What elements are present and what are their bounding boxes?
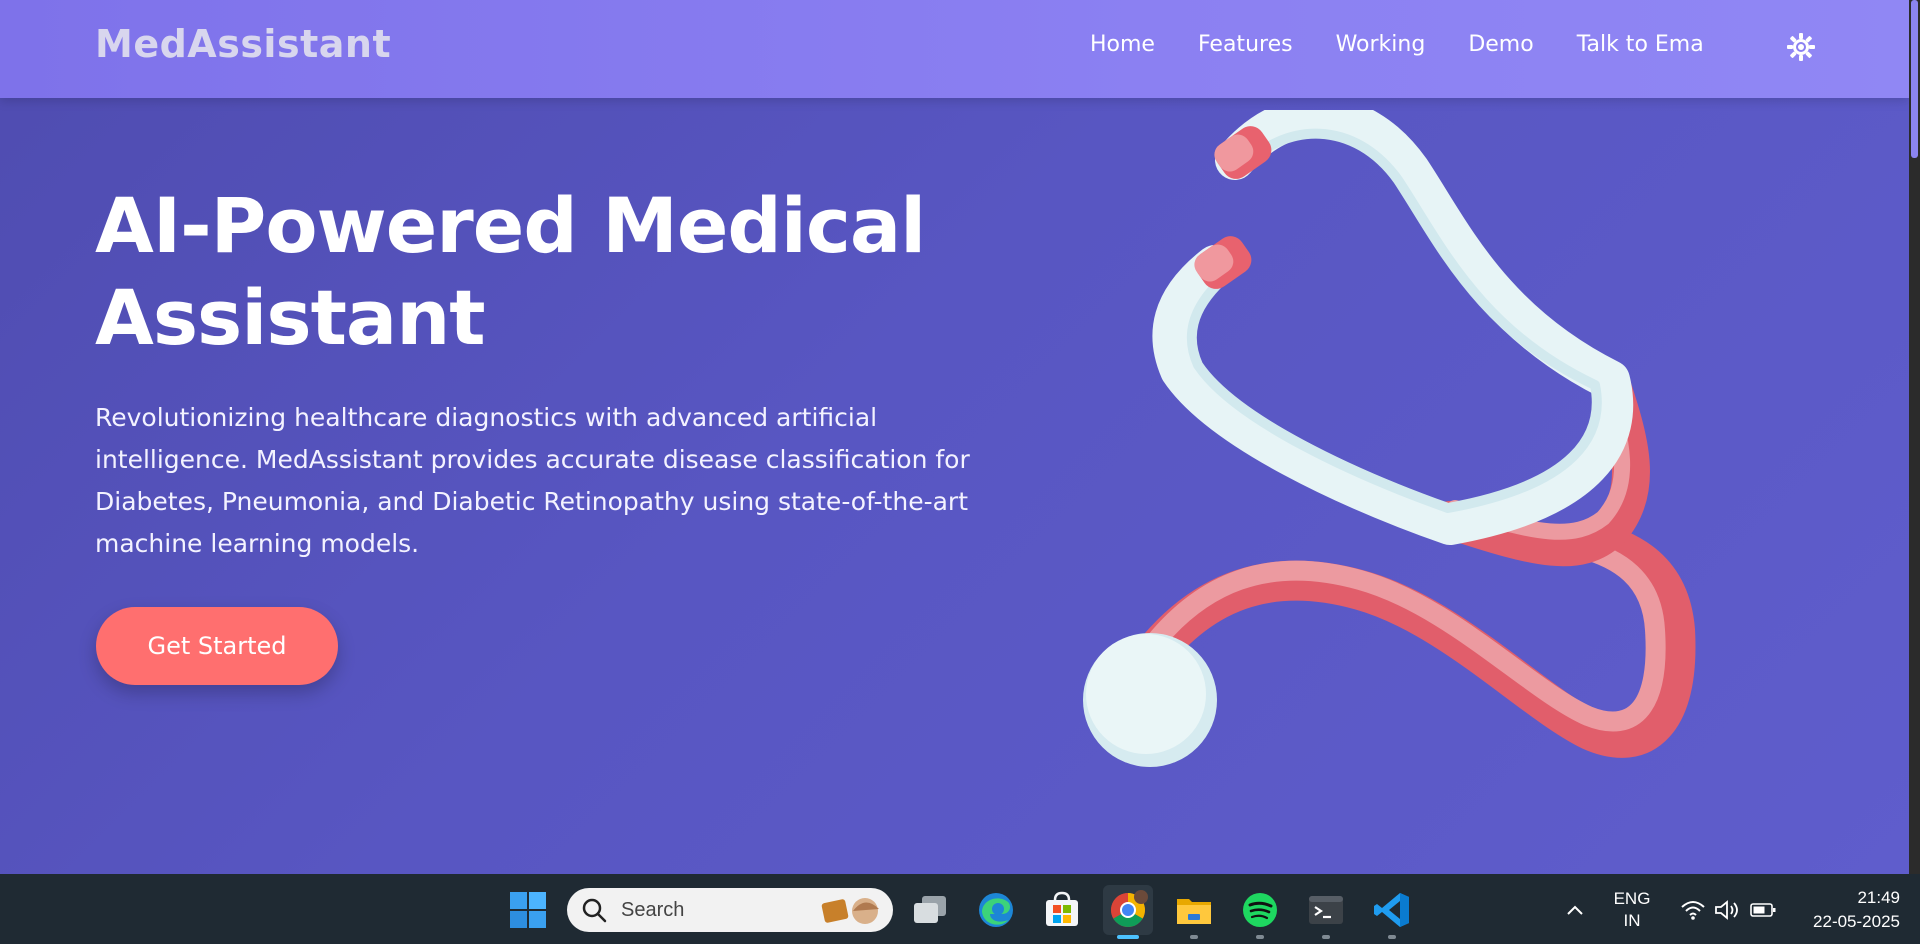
brand-logo[interactable]: MedAssistant <box>95 22 391 66</box>
taskbar: Search ENG IN 21:49 22-05-2025 <box>0 874 1920 944</box>
get-started-button[interactable]: Get Started <box>96 607 338 685</box>
hero-title: AI-Powered Medical Assistant <box>95 180 995 364</box>
taskbar-search[interactable]: Search <box>567 888 893 932</box>
hero-title-line1: AI-Powered Medical <box>95 181 926 270</box>
volume-icon <box>1715 900 1738 920</box>
windows-start-icon[interactable] <box>503 885 553 935</box>
language-line1: ENG <box>1613 889 1651 908</box>
wifi-icon <box>1681 901 1705 920</box>
hero-description: Revolutionizing healthcare diagnostics w… <box>95 403 970 558</box>
language-line2: IN <box>1623 911 1641 930</box>
page-scrollbar[interactable] <box>1909 0 1920 874</box>
nav-demo[interactable]: Demo <box>1468 32 1533 57</box>
store-icon[interactable] <box>1037 885 1087 935</box>
active-app-indicator <box>1117 935 1139 939</box>
nav-home[interactable]: Home <box>1090 32 1155 57</box>
clock-time: 21:49 <box>1857 888 1900 907</box>
task-view-icon[interactable] <box>905 885 955 935</box>
file-explorer-icon[interactable] <box>1169 885 1219 939</box>
nav-links: Home Features Working Demo Talk to Ema <box>1090 32 1704 57</box>
open-app-indicator <box>1388 935 1396 939</box>
edge-icon[interactable] <box>971 885 1021 935</box>
search-placeholder: Search <box>621 898 685 921</box>
nav-features[interactable]: Features <box>1198 32 1293 57</box>
search-icon <box>582 898 607 923</box>
vscode-icon[interactable] <box>1367 885 1417 939</box>
clock[interactable]: 21:49 22-05-2025 <box>1790 886 1900 934</box>
hero-title-line2: Assistant <box>95 273 486 362</box>
navbar: MedAssistant Home Features Working Demo … <box>0 0 1909 98</box>
open-app-indicator <box>1190 935 1198 939</box>
chevron-up-icon[interactable] <box>1550 885 1600 935</box>
battery-icon <box>1750 903 1776 917</box>
nav-talk-to-ema[interactable]: Talk to Ema <box>1577 32 1704 57</box>
clock-date: 22-05-2025 <box>1813 912 1900 931</box>
scrollbar-thumb[interactable] <box>1911 0 1918 158</box>
system-tray-status[interactable] <box>1668 885 1788 935</box>
terminal-icon[interactable] <box>1301 885 1351 939</box>
language-indicator[interactable]: ENG IN <box>1600 888 1664 932</box>
open-app-indicator <box>1256 935 1264 939</box>
search-highlight-icon <box>821 898 879 924</box>
stethoscope-icon <box>1083 110 1696 767</box>
open-app-indicator <box>1322 935 1330 939</box>
chrome-icon[interactable] <box>1103 885 1153 939</box>
spotify-icon[interactable] <box>1235 885 1285 939</box>
sun-icon[interactable] <box>1786 32 1816 62</box>
nav-working[interactable]: Working <box>1336 32 1426 57</box>
browser-page: MedAssistant Home Features Working Demo … <box>0 0 1909 874</box>
